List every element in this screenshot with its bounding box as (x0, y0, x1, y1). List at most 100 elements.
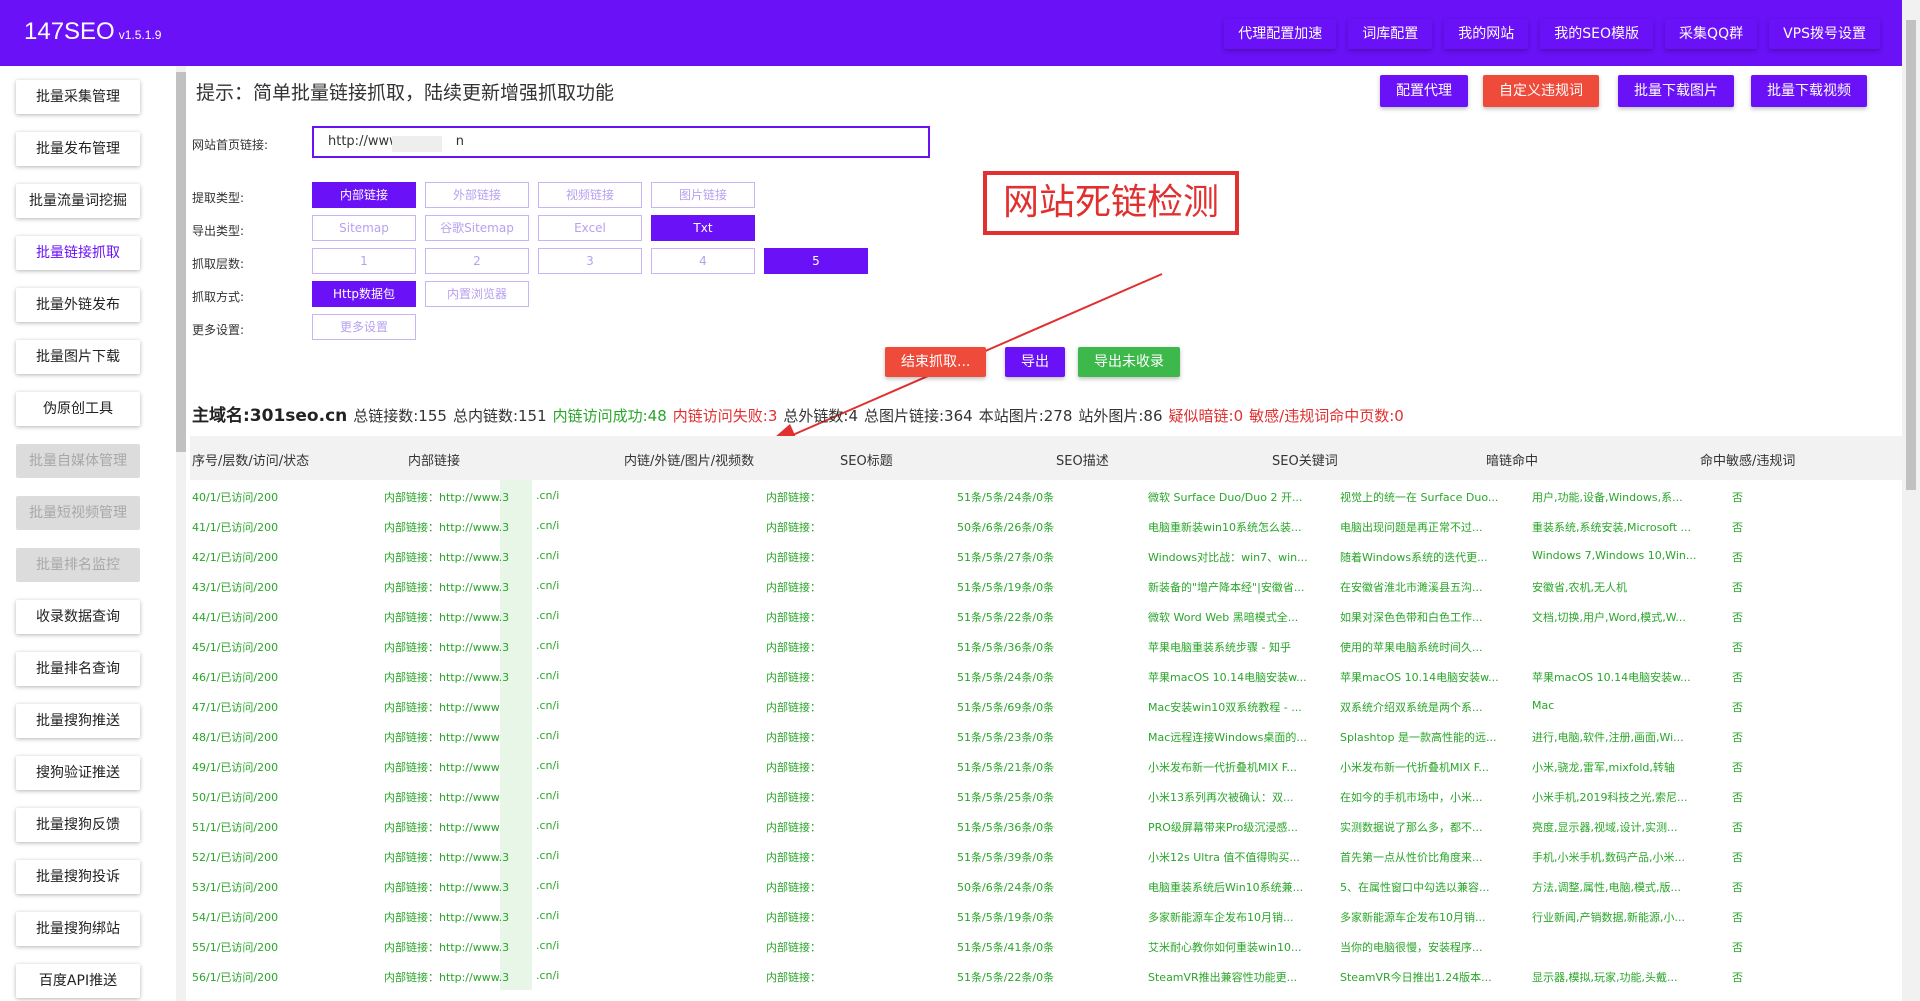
cell-3[interactable]: 内部链接： (766, 699, 821, 715)
page-scrollbar-thumb[interactable] (1906, 20, 1916, 490)
cell-5: 微软 Word Web 黑暗模式全... (1148, 611, 1299, 624)
cell-3[interactable]: 内部链接： (766, 669, 821, 685)
cell-1[interactable]: 内部链接：http://www.3 (384, 849, 509, 865)
cell-3[interactable]: 内部链接： (766, 519, 821, 535)
table-header-4: SEO描述 (1056, 454, 1109, 469)
option-depth-3[interactable]: 4 (651, 248, 755, 274)
action-button-0[interactable]: 结束抓取... (885, 347, 987, 377)
cell-1[interactable]: 内部链接：http://www.3 (384, 639, 509, 655)
cell-7: 苹果macOS 10.14电脑安装w... (1532, 671, 1691, 684)
cell-1[interactable]: 内部链接：http://www.3 (384, 579, 509, 595)
cell-8: 否 (1732, 941, 1743, 954)
cell-3[interactable]: 内部链接： (766, 969, 821, 985)
cell-1[interactable]: 内部链接：http://www (384, 759, 500, 775)
option-extract_type-0[interactable]: 内部链接 (312, 182, 416, 208)
cell-7: 显示器,模拟,玩家,功能,头戴... (1532, 971, 1678, 984)
cell-3[interactable]: 内部链接： (766, 489, 821, 505)
toolbar-button-2[interactable]: 批量下载图片 (1618, 75, 1734, 107)
topnav-item-2[interactable]: 我的网站 (1444, 19, 1529, 49)
cell-1[interactable]: 内部链接：http://www.3 (384, 489, 509, 505)
option-export_type-0[interactable]: Sitemap (312, 215, 416, 241)
option-export_type-2[interactable]: Excel (538, 215, 642, 241)
cell-1[interactable]: 内部链接：http://www (384, 729, 500, 745)
option-method-1[interactable]: 内置浏览器 (425, 281, 529, 307)
link-redaction (500, 720, 532, 750)
option-extract_type-2[interactable]: 视频链接 (538, 182, 642, 208)
sidebar-item-15[interactable]: 批量搜狗投诉 (16, 860, 140, 894)
annotation-box: 网站死链检测 (983, 171, 1239, 235)
cell-2: .cn/i (536, 819, 560, 832)
topnav-item-4[interactable]: 采集QQ群 (1665, 19, 1758, 49)
page-scrollbar[interactable] (1902, 0, 1920, 1001)
sidebar-item-10[interactable]: 收录数据查询 (16, 600, 140, 634)
cell-3[interactable]: 内部链接： (766, 759, 821, 775)
toolbar-button-0[interactable]: 配置代理 (1380, 75, 1468, 107)
cell-1[interactable]: 内部链接：http://www.3 (384, 549, 509, 565)
option-export_type-1[interactable]: 谷歌Sitemap (425, 215, 529, 241)
cell-3[interactable]: 内部链接： (766, 729, 821, 745)
sidebar-scrollbar[interactable] (176, 66, 186, 1001)
topnav-item-3[interactable]: 我的SEO模版 (1540, 19, 1654, 49)
sidebar-item-13[interactable]: 搜狗验证推送 (16, 756, 140, 790)
option-extract_type-3[interactable]: 图片链接 (651, 182, 755, 208)
cell-1[interactable]: 内部链接：http://www (384, 699, 500, 715)
table-row: 51/1/已访问/200 内部链接：http://www .cn/i 内部链接： 51条… (190, 810, 1902, 840)
sidebar-item-14[interactable]: 批量搜狗反馈 (16, 808, 140, 842)
cell-4: 50条/6条/26条/0条 (957, 521, 1055, 534)
cell-1[interactable]: 内部链接：http://www.3 (384, 609, 509, 625)
url-suffix: n (455, 134, 464, 149)
table-header-0: 序号/层数/访问/状态 (192, 454, 310, 469)
cell-0: 47/1/已访问/200 (192, 701, 279, 714)
sidebar-item-4[interactable]: 批量外链发布 (16, 288, 140, 322)
cell-1[interactable]: 内部链接：http://www (384, 789, 500, 805)
topnav-item-0[interactable]: 代理配置加速 (1224, 19, 1337, 49)
cell-3[interactable]: 内部链接： (766, 879, 821, 895)
sidebar-item-16[interactable]: 批量搜狗绑站 (16, 912, 140, 946)
sidebar-item-17[interactable]: 百度API推送 (16, 964, 140, 998)
option-export_type-3[interactable]: Txt (651, 215, 755, 241)
cell-3[interactable]: 内部链接： (766, 819, 821, 835)
action-button-2[interactable]: 导出未收录 (1078, 347, 1180, 377)
cell-3[interactable]: 内部链接： (766, 639, 821, 655)
cell-1[interactable]: 内部链接：http://www.3 (384, 669, 509, 685)
option-depth-1[interactable]: 2 (425, 248, 529, 274)
cell-1[interactable]: 内部链接：http://www.3 (384, 519, 509, 535)
cell-3[interactable]: 内部链接： (766, 789, 821, 805)
sidebar-item-12[interactable]: 批量搜狗推送 (16, 704, 140, 738)
sidebar-item-6[interactable]: 伪原创工具 (16, 392, 140, 426)
sidebar-item-2[interactable]: 批量流量词挖掘 (16, 184, 140, 218)
cell-3[interactable]: 内部链接： (766, 579, 821, 595)
cell-1[interactable]: 内部链接：http://www.3 (384, 969, 509, 985)
cell-3[interactable]: 内部链接： (766, 609, 821, 625)
cell-6: 电脑出现问题是再正常不过... (1340, 521, 1483, 534)
cell-1[interactable]: 内部链接：http://www.3 (384, 879, 509, 895)
toolbar-button-1[interactable]: 自定义违规词 (1483, 75, 1599, 107)
option-more-0[interactable]: 更多设置 (312, 314, 416, 340)
sidebar-item-3[interactable]: 批量链接抓取 (16, 236, 140, 270)
topnav-item-1[interactable]: 词库配置 (1348, 19, 1433, 49)
sidebar-item-11[interactable]: 批量排名查询 (16, 652, 140, 686)
cell-1[interactable]: 内部链接：http://www (384, 819, 500, 835)
option-extract_type-1[interactable]: 外部链接 (425, 182, 529, 208)
topnav-item-5[interactable]: VPS拨号设置 (1769, 19, 1880, 49)
cell-6: 5、在属性窗口中勾选以兼容... (1340, 881, 1490, 894)
cell-3[interactable]: 内部链接： (766, 549, 821, 565)
cell-1[interactable]: 内部链接：http://www.3 (384, 909, 509, 925)
option-method-0[interactable]: Http数据包 (312, 281, 416, 307)
cell-1[interactable]: 内部链接：http://www.3 (384, 939, 509, 955)
cell-3[interactable]: 内部链接： (766, 849, 821, 865)
cell-3[interactable]: 内部链接： (766, 909, 821, 925)
sidebar-item-1[interactable]: 批量发布管理 (16, 132, 140, 166)
cell-3[interactable]: 内部链接： (766, 939, 821, 955)
cell-2: .cn/i (536, 879, 560, 892)
sidebar-scrollbar-thumb[interactable] (176, 72, 186, 452)
cell-7: 亮度,显示器,视域,设计,实测... (1532, 821, 1678, 834)
table-row: 52/1/已访问/200 内部链接：http://www.3 .cn/i 内部链接： 5… (190, 840, 1902, 870)
sidebar-item-0[interactable]: 批量采集管理 (16, 80, 140, 114)
cell-5: Mac安装win10双系统教程 - ... (1148, 701, 1302, 714)
action-button-1[interactable]: 导出 (1005, 347, 1065, 377)
toolbar-button-3[interactable]: 批量下载视频 (1751, 75, 1867, 107)
sidebar-item-5[interactable]: 批量图片下载 (16, 340, 140, 374)
option-depth-2[interactable]: 3 (538, 248, 642, 274)
option-depth-0[interactable]: 1 (312, 248, 416, 274)
